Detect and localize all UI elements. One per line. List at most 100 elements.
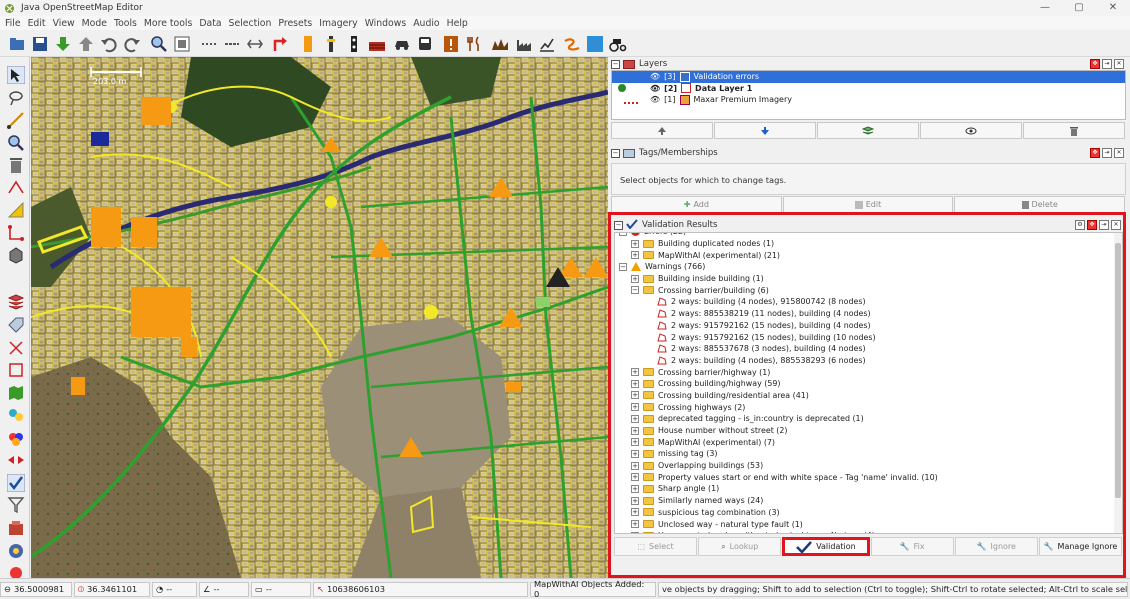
- zoom-icon[interactable]: [150, 35, 168, 53]
- menu-presets[interactable]: Presets: [278, 18, 312, 29]
- validation-test-group[interactable]: + Unclosed way - natural type fault (1): [617, 518, 938, 530]
- validation-test-group[interactable]: + Overlapping buildings (53): [617, 460, 938, 472]
- zoom-mode-icon[interactable]: [7, 134, 25, 152]
- validation-test-group[interactable]: + Unconnected nodes without physical tags…: [617, 530, 938, 533]
- tags-toggle-icon[interactable]: [7, 316, 25, 334]
- combine-way-icon[interactable]: [200, 35, 218, 53]
- show-hide-button[interactable]: [920, 122, 1022, 139]
- validation-issue-item[interactable]: 2 ways: 915792162 (15 nodes), building (…: [617, 331, 938, 343]
- fix-button[interactable]: 🔧 Fix: [870, 537, 954, 556]
- expand-node-icon[interactable]: +: [631, 449, 639, 458]
- expand-node-icon[interactable]: +: [631, 531, 639, 533]
- turn-restriction-icon[interactable]: [271, 35, 289, 53]
- measure-icon[interactable]: [7, 201, 25, 219]
- dock-icon[interactable]: ✥: [1090, 59, 1100, 69]
- close-button[interactable]: ✕: [1096, 0, 1130, 16]
- validation-test-group[interactable]: + Crossing highways (2): [617, 401, 938, 413]
- visibility-eye-icon[interactable]: 👁: [650, 72, 660, 81]
- history-toggle-icon[interactable]: [7, 361, 25, 379]
- dock-icon[interactable]: ✥: [1090, 148, 1100, 158]
- menu-data[interactable]: Data: [199, 18, 221, 29]
- split-way-icon[interactable]: [223, 35, 241, 53]
- expand-node-icon[interactable]: +: [631, 391, 639, 400]
- collapse-node-icon[interactable]: −: [619, 233, 627, 236]
- preset-info-icon[interactable]: [442, 35, 460, 53]
- preset-path-icon[interactable]: [563, 35, 581, 53]
- close-panel-icon[interactable]: ✕: [1114, 59, 1124, 69]
- expand-node-icon[interactable]: +: [631, 403, 639, 412]
- minimize-button[interactable]: —: [1028, 0, 1062, 16]
- layers-toggle-icon[interactable]: [7, 293, 25, 311]
- map-view[interactable]: 203.0 m: [31, 57, 608, 578]
- delete-layer-button[interactable]: [1023, 122, 1125, 139]
- select-button[interactable]: ⬚ Select: [614, 537, 698, 556]
- preset-orange-icon[interactable]: [299, 35, 317, 53]
- expand-node-icon[interactable]: +: [631, 426, 639, 435]
- preset-barrier-icon[interactable]: [322, 35, 340, 53]
- expand-node-icon[interactable]: +: [631, 496, 639, 505]
- expand-node-icon[interactable]: +: [631, 414, 639, 423]
- validation-test-group[interactable]: + Building duplicated nodes (1): [617, 238, 938, 250]
- dock-icon[interactable]: ✥: [1087, 220, 1097, 230]
- validation-test-group[interactable]: + Crossing building/residential area (41): [617, 390, 938, 402]
- validation-test-group[interactable]: + Sharp angle (1): [617, 483, 938, 495]
- parallel-mode-icon[interactable]: [7, 179, 25, 197]
- validation-button[interactable]: Validation: [782, 537, 870, 556]
- vertical-scrollbar[interactable]: [1114, 233, 1122, 533]
- validation-test-group[interactable]: + House number without street (2): [617, 425, 938, 437]
- visibility-eye-icon[interactable]: 👁: [650, 84, 660, 93]
- close-panel-icon[interactable]: ✕: [1111, 220, 1121, 230]
- open-icon[interactable]: [8, 35, 26, 53]
- menu-help[interactable]: Help: [447, 18, 468, 29]
- menu-mode[interactable]: Mode: [82, 18, 107, 29]
- preset-tractor-icon[interactable]: [609, 35, 627, 53]
- validation-severity-group[interactable]: − Warnings (766): [617, 261, 938, 273]
- filter-toggle-icon[interactable]: [7, 496, 25, 514]
- collapse-node-icon[interactable]: −: [631, 286, 639, 295]
- edit-tag-button[interactable]: Edit: [782, 196, 954, 213]
- improve-way-icon[interactable]: [7, 224, 25, 242]
- menu-more-tools[interactable]: More tools: [144, 18, 192, 29]
- undo-icon[interactable]: [100, 35, 118, 53]
- extrude-icon[interactable]: [7, 246, 25, 264]
- expand-node-icon[interactable]: +: [631, 251, 639, 260]
- collapse-icon[interactable]: −: [611, 148, 620, 158]
- reverse-way-icon[interactable]: [246, 35, 264, 53]
- map-paint-icon[interactable]: [7, 384, 25, 402]
- preset-water-icon[interactable]: [586, 35, 604, 53]
- manage-ignore-button[interactable]: 🔧 Manage Ignore: [1038, 537, 1123, 556]
- select-mode-icon[interactable]: [6, 65, 26, 85]
- scroll-thumb[interactable]: [1115, 243, 1121, 498]
- relation-toggle-icon[interactable]: [7, 339, 25, 357]
- validation-test-group[interactable]: + Crossing building/highway (59): [617, 378, 938, 390]
- maximize-button[interactable]: ▢: [1062, 0, 1096, 16]
- expand-node-icon[interactable]: +: [631, 379, 639, 388]
- pin-icon[interactable]: ⇥: [1102, 59, 1112, 69]
- preset-building-icon[interactable]: [368, 35, 386, 53]
- expand-node-icon[interactable]: +: [631, 473, 639, 482]
- preset-industrial-icon[interactable]: [515, 35, 533, 53]
- preferences-icon[interactable]: [173, 35, 191, 53]
- layer-row[interactable]: 👁 [1] Maxar Premium Imagery: [612, 94, 1125, 106]
- validation-test-group[interactable]: + Building inside building (1): [617, 273, 938, 285]
- menu-audio[interactable]: Audio: [413, 18, 439, 29]
- validation-issue-item[interactable]: 2 ways: building (4 nodes), 915800742 (8…: [617, 296, 938, 308]
- move-up-button[interactable]: [611, 122, 713, 139]
- menu-selection[interactable]: Selection: [229, 18, 272, 29]
- collapse-node-icon[interactable]: −: [619, 262, 627, 271]
- menu-edit[interactable]: Edit: [28, 18, 46, 29]
- redo-icon[interactable]: [123, 35, 141, 53]
- layer-row[interactable]: 👁 [2] Data Layer 1: [612, 83, 1125, 95]
- preset-car-icon[interactable]: [393, 35, 411, 53]
- expand-node-icon[interactable]: +: [631, 508, 639, 517]
- add-tag-button[interactable]: ✚ Add: [611, 196, 782, 213]
- ignore-button[interactable]: 🔧 Ignore: [954, 537, 1038, 556]
- validation-test-group[interactable]: + MapWithAI (experimental) (21): [617, 249, 938, 261]
- map-canvas[interactable]: [31, 57, 608, 578]
- pin-icon[interactable]: ⇥: [1099, 220, 1109, 230]
- preset-chart-icon[interactable]: [538, 35, 556, 53]
- validation-issue-item[interactable]: 2 ways: 915792162 (15 nodes), building (…: [617, 320, 938, 332]
- validation-test-group[interactable]: + MapWithAI (experimental) (7): [617, 436, 938, 448]
- validation-test-group[interactable]: + missing tag (3): [617, 448, 938, 460]
- expand-node-icon[interactable]: +: [631, 239, 639, 248]
